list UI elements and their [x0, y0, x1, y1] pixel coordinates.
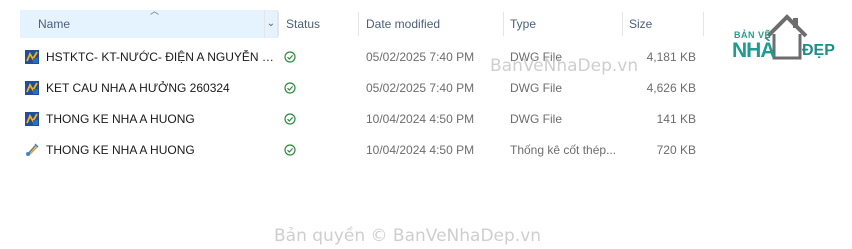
file-type: DWG File	[510, 112, 562, 126]
dwg-file-icon	[25, 112, 39, 126]
column-header-bar: Name ︿ ⌄ Status Date modified Type Size	[0, 6, 852, 38]
logo-main-text: NHÀ	[732, 39, 775, 62]
column-header-date-label: Date modified	[366, 17, 441, 31]
file-type: Thống kê cốt thép...	[510, 143, 617, 157]
synced-icon	[284, 113, 296, 125]
file-row[interactable]: KET CAU NHA A HƯỞNG 260324 05/02/2025 7:…	[20, 76, 710, 100]
file-size: 141 KB	[656, 112, 696, 126]
column-header-size-label: Size	[629, 17, 653, 31]
file-date-modified: 05/02/2025 7:40 PM	[366, 50, 475, 64]
synced-icon	[284, 82, 296, 94]
file-name: HSTKTC- KT-NƯỚC- ĐIỆN A NGUYỄN VĂ...	[46, 50, 274, 64]
column-header-status-label: Status	[286, 17, 321, 31]
column-header-size[interactable]: Size	[623, 10, 703, 38]
file-size: 720 KB	[656, 143, 696, 157]
file-date-modified: 05/02/2025 7:40 PM	[366, 81, 475, 95]
copyright-watermark: Bản quyền © BanVeNhaDep.vn	[274, 226, 542, 246]
sort-ascending-icon: ︿	[150, 6, 160, 16]
column-header-date[interactable]: Date modified	[359, 10, 503, 38]
file-type: DWG File	[510, 81, 562, 95]
dwg-file-icon	[25, 81, 39, 95]
column-header-name[interactable]: Name	[20, 10, 278, 38]
file-date-modified: 10/04/2024 4:50 PM	[366, 143, 475, 157]
site-watermark: BanVeNhaDep.vn	[490, 56, 639, 76]
file-date-modified: 10/04/2024 4:50 PM	[366, 112, 475, 126]
synced-icon	[284, 144, 296, 156]
column-header-name-label: Name	[38, 17, 71, 31]
file-name: THONG KE NHA A HUONG	[46, 143, 195, 157]
column-header-type[interactable]: Type	[504, 10, 622, 38]
column-divider[interactable]	[703, 12, 704, 36]
file-size: 4,626 KB	[646, 81, 696, 95]
file-name: THONG KE NHA A HUONG	[46, 112, 195, 126]
logo-side-text: ĐẸP	[802, 42, 835, 59]
file-name: KET CAU NHA A HƯỞNG 260324	[46, 81, 230, 95]
dwg-file-icon	[25, 50, 39, 64]
rebar-stats-file-icon	[26, 143, 39, 156]
column-filter-dropdown-icon[interactable]: ⌄	[264, 10, 278, 38]
file-row[interactable]: THONG KE NHA A HUONG 10/04/2024 4:50 PM …	[20, 107, 710, 131]
synced-icon	[284, 51, 296, 63]
file-row[interactable]: THONG KE NHA A HUONG 10/04/2024 4:50 PM …	[20, 138, 710, 162]
brand-logo: BẢN VẼ NHÀ ĐẸP	[730, 12, 840, 62]
column-header-status[interactable]: Status	[279, 10, 359, 38]
column-header-type-label: Type	[510, 17, 537, 31]
